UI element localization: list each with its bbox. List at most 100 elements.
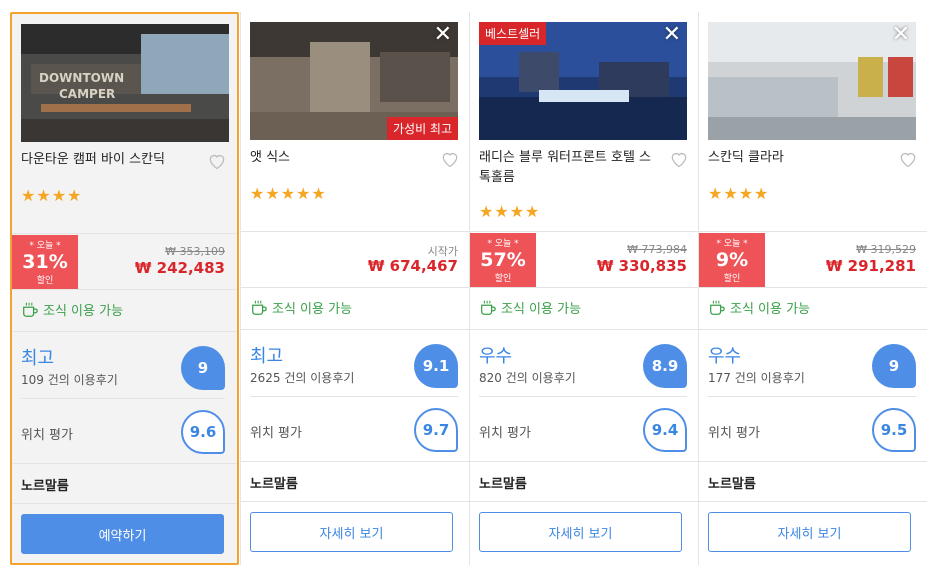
- location-score-badge: 9.7: [414, 408, 458, 452]
- discount-off-label: 할인: [494, 274, 512, 284]
- coffee-cup-icon: [252, 300, 267, 315]
- hotel-photo[interactable]: ✕ 베스트셀러: [479, 22, 687, 140]
- original-price: ₩ 319,529: [856, 243, 916, 256]
- divider: [470, 461, 699, 462]
- location-score-badge: 9.6: [181, 410, 225, 454]
- review-score-badge[interactable]: 8.9: [643, 344, 687, 388]
- heart-icon[interactable]: [207, 151, 227, 171]
- district-name: 노르말름: [479, 477, 527, 492]
- divider: [699, 231, 927, 232]
- current-price[interactable]: ₩ 674,467: [368, 257, 458, 275]
- heart-icon[interactable]: [898, 149, 918, 169]
- divider: [699, 461, 927, 462]
- hotel-card-1[interactable]: DOWNTOWN CAMPER 다운타운 캠퍼 바이 스칸딕 ★★★★ * 오늘…: [10, 12, 239, 565]
- coffee-cup-icon: [710, 300, 725, 315]
- divider: [12, 463, 237, 464]
- discount-badge: * 오늘 * 31% 할인: [12, 235, 78, 289]
- coffee-cup-icon: [23, 302, 38, 317]
- star-rating: ★★★★: [21, 186, 83, 205]
- divider: [241, 329, 470, 330]
- breakfast-label: 조식 이용 가능: [501, 302, 582, 317]
- original-price: ₩ 353,109: [165, 245, 225, 258]
- svg-text:DOWNTOWN: DOWNTOWN: [39, 71, 124, 85]
- breakfast-info: 조식 이용 가능: [250, 298, 352, 317]
- review-count[interactable]: 820 건의 이용후기: [479, 369, 576, 386]
- review-grade[interactable]: 최고: [250, 342, 283, 368]
- review-count[interactable]: 177 건의 이용후기: [708, 369, 805, 386]
- review-score-badge[interactable]: 9: [872, 344, 916, 388]
- review-grade[interactable]: 우수: [708, 342, 741, 368]
- discount-percent: 9%: [715, 249, 749, 271]
- breakfast-info: 조식 이용 가능: [479, 298, 581, 317]
- divider: [241, 231, 470, 232]
- district-name: 노르말름: [250, 477, 298, 492]
- view-details-button[interactable]: 자세히 보기: [250, 512, 453, 552]
- location-rating-label: 위치 평가: [250, 426, 302, 441]
- breakfast-label: 조식 이용 가능: [43, 304, 124, 319]
- star-rating: ★★★★★: [250, 184, 327, 203]
- close-icon[interactable]: ✕: [663, 24, 681, 46]
- location-rating-label: 위치 평가: [21, 428, 73, 443]
- view-details-button[interactable]: 자세히 보기: [708, 512, 911, 552]
- divider: [241, 461, 470, 462]
- location-score-badge: 9.4: [643, 408, 687, 452]
- discount-off-label: 할인: [36, 276, 54, 286]
- hotel-card-2[interactable]: ✕ 가성비 최고 앳 식스 ★★★★★ 시작가 ₩ 674,467 조식 이용 …: [241, 12, 470, 565]
- hotel-photo[interactable]: DOWNTOWN CAMPER: [21, 24, 229, 142]
- divider: [12, 289, 237, 290]
- divider: [250, 396, 458, 397]
- divider: [470, 501, 699, 502]
- divider: [12, 503, 237, 504]
- view-details-button[interactable]: 자세히 보기: [479, 512, 682, 552]
- hotel-card-4[interactable]: ✕ 스칸딕 클라라 ★★★★ * 오늘 * 9% 할인 ₩ 319,529 ₩ …: [699, 12, 927, 565]
- svg-text:CAMPER: CAMPER: [59, 87, 115, 101]
- current-price[interactable]: ₩ 242,483: [135, 259, 225, 277]
- divider: [470, 231, 699, 232]
- divider: [470, 329, 699, 330]
- breakfast-info: 조식 이용 가능: [21, 300, 123, 319]
- hotel-photo[interactable]: ✕ 가성비 최고: [250, 22, 458, 140]
- heart-icon[interactable]: [440, 149, 460, 169]
- discount-badge: * 오늘 * 57% 할인: [470, 233, 536, 287]
- book-button[interactable]: 예약하기: [21, 514, 224, 554]
- discount-today-label: * 오늘 *: [716, 239, 748, 249]
- divider: [699, 329, 927, 330]
- hotel-name[interactable]: 래디슨 블루 워터프론트 호텔 스톡홀름: [479, 148, 659, 188]
- review-score-badge[interactable]: 9: [181, 346, 225, 390]
- breakfast-info: 조식 이용 가능: [708, 298, 810, 317]
- review-grade[interactable]: 우수: [479, 342, 512, 368]
- value-tag: 가성비 최고: [386, 117, 458, 140]
- divider: [708, 396, 916, 397]
- breakfast-label: 조식 이용 가능: [730, 302, 811, 317]
- divider: [12, 233, 237, 234]
- divider: [241, 501, 470, 502]
- current-price[interactable]: ₩ 291,281: [826, 257, 916, 275]
- divider: [699, 501, 927, 502]
- review-count[interactable]: 2625 건의 이용후기: [250, 369, 354, 386]
- divider: [21, 398, 225, 399]
- review-score-badge[interactable]: 9.1: [414, 344, 458, 388]
- close-icon[interactable]: ✕: [892, 24, 910, 46]
- hotel-card-3[interactable]: ✕ 베스트셀러 래디슨 블루 워터프론트 호텔 스톡홀름 ★★★★ * 오늘 *…: [470, 12, 699, 565]
- original-price: ₩ 773,984: [627, 243, 687, 256]
- district-name: 노르말름: [21, 479, 69, 494]
- review-count[interactable]: 109 건의 이용후기: [21, 371, 118, 388]
- hotel-name[interactable]: 다운타운 캠퍼 바이 스칸딕: [21, 150, 201, 170]
- hotel-photo[interactable]: ✕: [708, 22, 916, 140]
- discount-today-label: * 오늘 *: [487, 239, 519, 249]
- location-score-badge: 9.5: [872, 408, 916, 452]
- star-rating: ★★★★: [708, 184, 770, 203]
- divider: [479, 396, 687, 397]
- coffee-cup-icon: [481, 300, 496, 315]
- discount-today-label: * 오늘 *: [29, 241, 61, 251]
- close-icon[interactable]: ✕: [434, 24, 452, 46]
- discount-off-label: 할인: [723, 274, 741, 284]
- current-price[interactable]: ₩ 330,835: [597, 257, 687, 275]
- location-rating-label: 위치 평가: [479, 426, 531, 441]
- discount-badge: * 오늘 * 9% 할인: [699, 233, 765, 287]
- heart-icon[interactable]: [669, 149, 689, 169]
- hotel-name[interactable]: 앳 식스: [250, 148, 430, 168]
- divider: [699, 287, 927, 288]
- review-grade[interactable]: 최고: [21, 344, 54, 370]
- hotel-name[interactable]: 스칸딕 클라라: [708, 148, 888, 168]
